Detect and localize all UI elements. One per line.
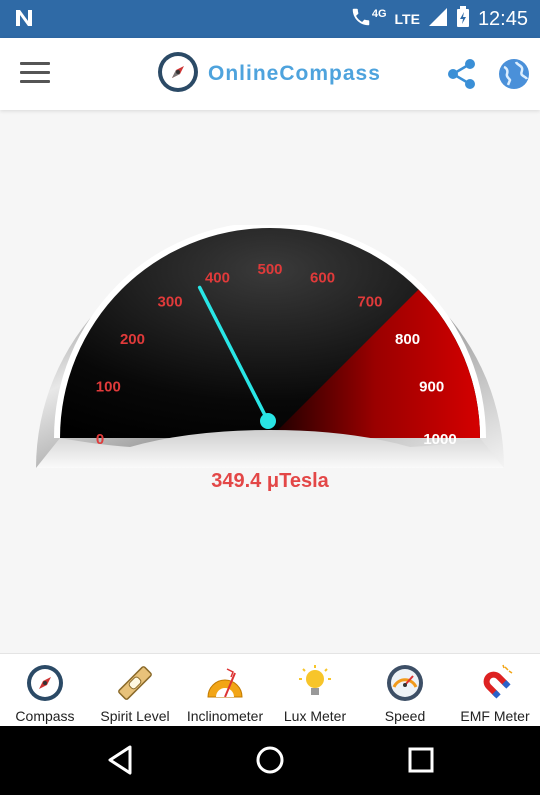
gauge-tick-label: 800 (395, 331, 420, 348)
compass-icon (27, 665, 63, 701)
app-title: OnlineCompass (208, 62, 381, 85)
notification-n-icon (12, 6, 36, 35)
globe-button[interactable] (498, 58, 530, 95)
back-button[interactable] (104, 743, 136, 782)
gauge-tick-label: 100 (96, 378, 121, 395)
menu-button[interactable] (20, 62, 50, 86)
bottom-nav: Compass Spirit Level Inclinometer Lux Me… (0, 653, 540, 726)
nav-label: Spirit Level (100, 708, 170, 724)
nav-spirit-level[interactable]: Spirit Level (90, 654, 180, 726)
gauge-tick-label: 0 (96, 431, 104, 448)
nav-label: EMF Meter (460, 708, 530, 724)
wifi-calling-icon (350, 6, 372, 33)
status-time: 12:45 (477, 7, 528, 30)
recents-button[interactable] (405, 743, 437, 782)
brand: OnlineCompass (156, 50, 381, 99)
network-type: LTE (394, 11, 420, 27)
network-label: 4G (371, 8, 387, 20)
gauge-tick-label: 600 (310, 269, 335, 286)
magnet-icon (483, 664, 513, 699)
globe-icon (499, 59, 529, 89)
spirit-level-icon (118, 666, 152, 700)
inclinometer-icon (207, 668, 243, 698)
nav-label: Lux Meter (283, 708, 347, 724)
system-nav-bar (0, 726, 540, 795)
speedometer-icon (387, 665, 423, 701)
gauge-needle-hub (260, 413, 276, 429)
gauge-tick-label: 500 (257, 261, 282, 278)
nav-inclinometer[interactable]: Inclinometer (180, 654, 270, 726)
back-icon (108, 745, 132, 775)
compass-logo-icon (156, 50, 200, 99)
share-button[interactable] (446, 58, 478, 95)
gauge-tick-label: 300 (158, 293, 183, 310)
nav-label: Speed (384, 708, 426, 724)
gauge-tick-label: 700 (357, 293, 382, 310)
app-bar: OnlineCompass (0, 38, 540, 110)
lightbulb-icon (299, 665, 331, 695)
share-icon (448, 59, 475, 89)
emf-gauge: 0 100 200 300 400 500 600 700 800 900 1000 (30, 222, 510, 480)
nav-label: Inclinometer (186, 708, 264, 724)
status-bar: 4G LTE 12:45 (0, 0, 540, 38)
battery-charging-icon (456, 5, 470, 33)
nav-label: Compass (15, 708, 75, 724)
nav-lux-meter[interactable]: Lux Meter (270, 654, 360, 726)
gauge-tick-label: 900 (419, 378, 444, 395)
gauge-tick-label: 1000 (423, 431, 456, 448)
nav-speed[interactable]: Speed (360, 654, 450, 726)
gauge-tick-label: 400 (205, 269, 230, 286)
signal-icon (428, 7, 448, 32)
nav-emf-meter[interactable]: EMF Meter (450, 654, 540, 726)
menu-icon (20, 62, 50, 65)
emf-reading: 349.4 μTesla (211, 470, 329, 492)
recents-icon (408, 747, 434, 773)
home-icon (256, 746, 284, 774)
gauge-tick-label: 200 (120, 331, 145, 348)
home-button[interactable] (254, 743, 286, 782)
nav-compass[interactable]: Compass (0, 654, 90, 726)
